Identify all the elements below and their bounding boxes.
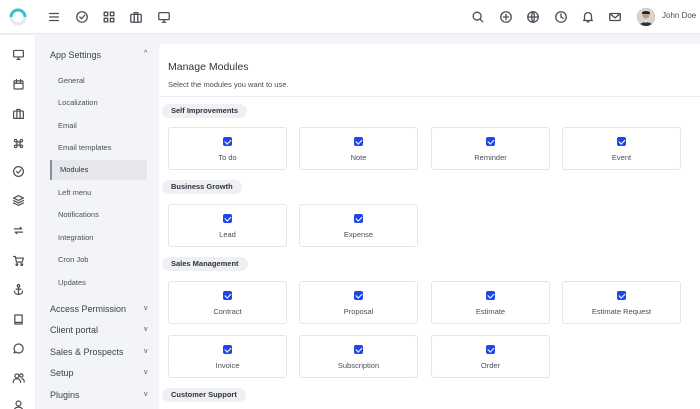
- repeat-icon[interactable]: [10, 222, 26, 238]
- module-label: Invoice: [215, 361, 240, 370]
- nav-item-general[interactable]: General: [50, 71, 147, 91]
- module-label: Event: [611, 153, 632, 162]
- cart-icon[interactable]: [10, 252, 26, 268]
- module-label: Estimate Request: [591, 307, 652, 316]
- menu-icon[interactable]: [46, 9, 62, 25]
- chevron-down-icon[interactable]: v: [144, 348, 148, 355]
- grid-icon[interactable]: [101, 9, 117, 25]
- module-card-note[interactable]: Note: [299, 127, 418, 170]
- module-label: To do: [218, 153, 237, 162]
- module-card-subscription[interactable]: Subscription: [299, 335, 418, 378]
- module-checkbox[interactable]: [223, 345, 232, 354]
- nav-item-localization[interactable]: Localization: [50, 93, 147, 113]
- module-card-to-do[interactable]: To do: [168, 127, 287, 170]
- module-card-expense[interactable]: Expense: [299, 204, 418, 247]
- divider: [159, 96, 700, 97]
- chevron-down-icon[interactable]: v: [144, 391, 148, 398]
- nav-item-email[interactable]: Email: [50, 116, 147, 136]
- page-title: Manage Modules: [168, 61, 249, 73]
- settings-nav: App Settings ^ General Localization Emai…: [37, 35, 159, 409]
- module-checkbox[interactable]: [354, 345, 363, 354]
- module-card-order[interactable]: Order: [431, 335, 550, 378]
- monitor-icon[interactable]: [10, 46, 26, 62]
- nav-section-app-settings[interactable]: App Settings: [50, 50, 101, 60]
- nav-item-left-menu[interactable]: Left menu: [50, 183, 147, 203]
- nav-section-setup[interactable]: Setup: [50, 368, 74, 378]
- module-card-reminder[interactable]: Reminder: [431, 127, 550, 170]
- module-card-estimate-request[interactable]: Estimate Request: [562, 281, 681, 324]
- module-label: Proposal: [343, 307, 374, 316]
- nav-section-access-permission[interactable]: Access Permission: [50, 304, 126, 314]
- module-label: Reminder: [474, 153, 507, 162]
- avatar[interactable]: [637, 8, 655, 26]
- nav-item-email-templates[interactable]: Email templates: [50, 138, 147, 158]
- manage-modules-panel: Manage Modules Select the modules you wa…: [159, 44, 700, 409]
- module-checkbox[interactable]: [617, 291, 626, 300]
- monitor-icon[interactable]: [156, 9, 172, 25]
- mail-icon[interactable]: [607, 9, 623, 25]
- module-checkbox[interactable]: [486, 345, 495, 354]
- check-circle-icon[interactable]: [74, 9, 90, 25]
- module-label: Expense: [343, 230, 374, 239]
- briefcase-icon[interactable]: [10, 105, 26, 121]
- module-label: Subscription: [337, 361, 380, 370]
- module-checkbox[interactable]: [223, 214, 232, 223]
- nav-section-client-portal[interactable]: Client portal: [50, 325, 98, 335]
- module-label: Contract: [213, 307, 242, 316]
- module-card-invoice[interactable]: Invoice: [168, 335, 287, 378]
- nav-item-notifications[interactable]: Notifications: [50, 205, 147, 225]
- chevron-down-icon[interactable]: v: [144, 326, 148, 333]
- chat-icon[interactable]: [10, 340, 26, 356]
- plus-circle-icon[interactable]: [498, 9, 514, 25]
- user-icon[interactable]: [10, 397, 26, 409]
- icon-sidebar: [0, 35, 36, 409]
- app-logo[interactable]: [9, 8, 27, 26]
- module-card-event[interactable]: Event: [562, 127, 681, 170]
- users-icon[interactable]: [10, 369, 26, 385]
- group-label-self-improvements: Self Improvements: [162, 104, 248, 118]
- clock-icon[interactable]: [553, 9, 569, 25]
- module-checkbox[interactable]: [354, 291, 363, 300]
- module-card-lead[interactable]: Lead: [168, 204, 287, 247]
- briefcase-icon[interactable]: [128, 9, 144, 25]
- module-label: Lead: [219, 230, 236, 239]
- chevron-down-icon[interactable]: v: [144, 369, 148, 376]
- module-card-proposal[interactable]: Proposal: [299, 281, 418, 324]
- module-label: Estimate: [475, 307, 506, 316]
- nav-item-updates[interactable]: Updates: [50, 273, 147, 293]
- search-icon[interactable]: [470, 9, 486, 25]
- command-icon[interactable]: [10, 135, 26, 151]
- module-checkbox[interactable]: [617, 137, 626, 146]
- chevron-down-icon[interactable]: v: [144, 305, 148, 312]
- module-card-contract[interactable]: Contract: [168, 281, 287, 324]
- chevron-up-icon[interactable]: ^: [144, 50, 147, 57]
- nav-item-modules[interactable]: Modules: [50, 160, 147, 180]
- anchor-icon[interactable]: [10, 281, 26, 297]
- nav-section-sales-prospects[interactable]: Sales & Prospects: [50, 347, 124, 357]
- module-card-estimate[interactable]: Estimate: [431, 281, 550, 324]
- nav-item-integration[interactable]: Integration: [50, 228, 147, 248]
- book-icon[interactable]: [10, 311, 26, 327]
- layers-icon[interactable]: [10, 192, 26, 208]
- module-checkbox[interactable]: [354, 214, 363, 223]
- module-checkbox[interactable]: [223, 291, 232, 300]
- group-label-customer-support: Customer Support: [162, 388, 246, 402]
- globe-icon[interactable]: [525, 9, 541, 25]
- page-subtitle: Select the modules you want to use.: [168, 80, 289, 89]
- module-checkbox[interactable]: [354, 137, 363, 146]
- module-checkbox[interactable]: [486, 291, 495, 300]
- nav-section-plugins[interactable]: Plugins: [50, 390, 80, 400]
- check-circle-icon[interactable]: [10, 163, 26, 179]
- module-checkbox[interactable]: [223, 137, 232, 146]
- bell-icon[interactable]: [580, 9, 596, 25]
- module-label: Note: [350, 153, 367, 162]
- calendar-icon[interactable]: [10, 76, 26, 92]
- module-label: Order: [480, 361, 501, 370]
- module-checkbox[interactable]: [486, 137, 495, 146]
- group-label-business-growth: Business Growth: [162, 180, 242, 194]
- top-bar: John Doe: [0, 0, 700, 34]
- nav-item-cron-job[interactable]: Cron Job: [50, 250, 147, 270]
- group-label-sales-management: Sales Management: [162, 257, 248, 271]
- user-name[interactable]: John Doe: [662, 11, 696, 20]
